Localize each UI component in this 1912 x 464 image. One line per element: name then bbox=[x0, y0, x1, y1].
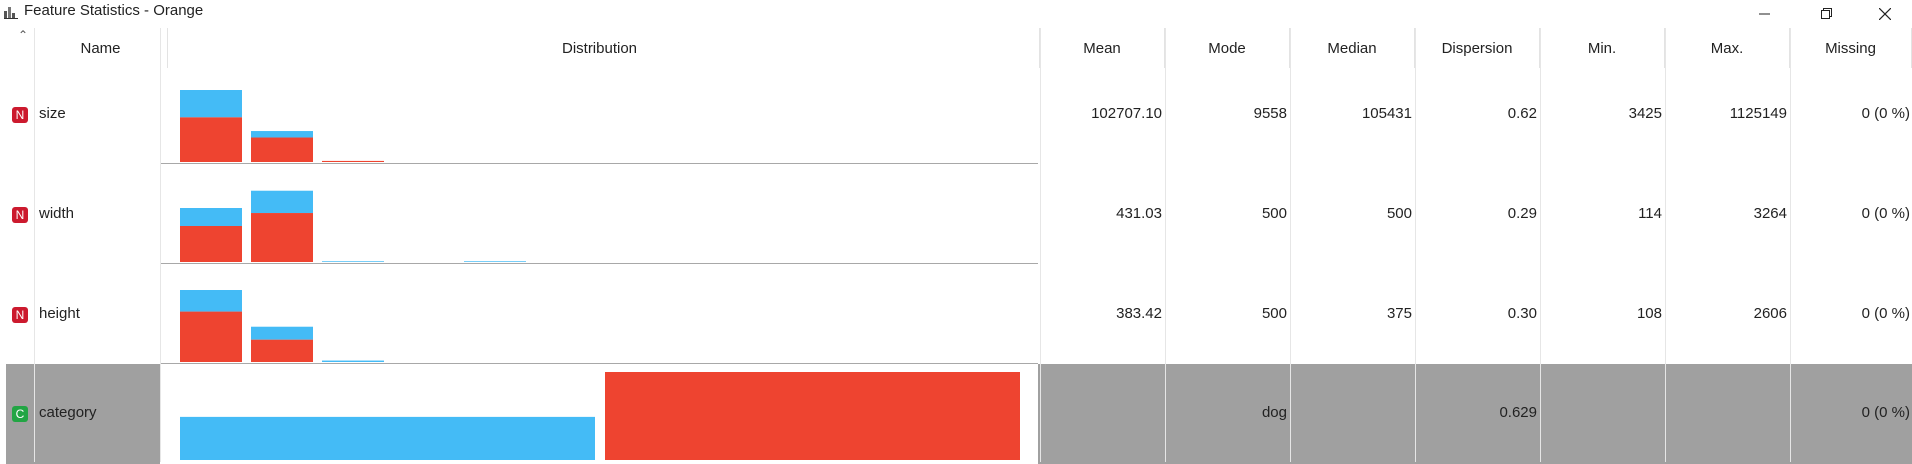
histogram-bin-red bbox=[251, 137, 313, 162]
histogram-bin-blue bbox=[251, 131, 313, 138]
window-title: Feature Statistics - Orange bbox=[24, 2, 204, 19]
mean-value: 383.42 bbox=[1116, 305, 1162, 322]
min-value: 114 bbox=[1638, 205, 1662, 222]
numeric-type-badge: N bbox=[12, 207, 28, 223]
column-header-dispersion[interactable]: Dispersion bbox=[1415, 28, 1540, 68]
histogram-bin-blue bbox=[322, 360, 384, 362]
column-header-distribution[interactable]: Distribution bbox=[160, 28, 1040, 68]
category-bar bbox=[605, 372, 1020, 460]
column-divider bbox=[1540, 28, 1541, 462]
table-row-selected[interactable]: C category dog 0.629 0 (0 %) bbox=[6, 364, 1912, 464]
close-icon bbox=[1879, 8, 1891, 20]
chart-app-icon bbox=[4, 7, 18, 19]
feature-name: size bbox=[39, 105, 66, 122]
distribution-histogram bbox=[160, 68, 1038, 168]
missing-value: 0 (0 %) bbox=[1861, 205, 1910, 222]
minimize-icon bbox=[1759, 13, 1770, 15]
column-divider bbox=[34, 28, 35, 462]
column-header-mean[interactable]: Mean bbox=[1040, 28, 1165, 68]
category-bar bbox=[180, 416, 595, 460]
max-value: 3264 bbox=[1753, 205, 1787, 222]
feature-statistics-table: ⌃ Name Distribution Mean Mode Median Dis… bbox=[6, 28, 1912, 464]
median-value: 500 bbox=[1386, 205, 1412, 222]
column-header-name[interactable]: Name bbox=[34, 28, 168, 68]
column-divider bbox=[1040, 28, 1041, 462]
categorical-type-badge: C bbox=[12, 406, 28, 422]
max-value: 1125149 bbox=[1729, 105, 1787, 122]
histogram-bin-red bbox=[322, 160, 384, 162]
dispersion-value: 0.62 bbox=[1507, 105, 1537, 122]
distribution-histogram bbox=[160, 268, 1038, 368]
table-row[interactable]: N height 383.42 500 375 0.30 108 2606 0 … bbox=[6, 268, 1912, 368]
histogram-bin-red bbox=[180, 117, 242, 162]
median-value: 375 bbox=[1386, 305, 1412, 322]
feature-name: height bbox=[39, 305, 80, 322]
mean-value: 431.03 bbox=[1116, 205, 1162, 222]
restore-icon bbox=[1821, 8, 1832, 19]
histogram-bin-blue bbox=[251, 326, 313, 340]
histogram-bin-blue bbox=[251, 190, 313, 214]
dispersion-value: 0.629 bbox=[1499, 404, 1537, 421]
title-bar: Feature Statistics - Orange bbox=[0, 0, 1912, 28]
mode-value: 500 bbox=[1261, 305, 1287, 322]
column-header-max[interactable]: Max. bbox=[1665, 28, 1790, 68]
max-value: 2606 bbox=[1753, 305, 1787, 322]
column-header-mode[interactable]: Mode bbox=[1165, 28, 1290, 68]
distribution-histogram bbox=[160, 168, 1038, 268]
column-divider bbox=[160, 28, 161, 462]
numeric-type-badge: N bbox=[12, 107, 28, 123]
feature-name: category bbox=[39, 404, 97, 421]
table-row[interactable]: N width 431.03 500 500 0.29 114 3264 0 (… bbox=[6, 168, 1912, 268]
mean-value: 102707.10 bbox=[1091, 105, 1162, 122]
minimize-button[interactable] bbox=[1742, 0, 1788, 28]
histogram-bin-blue bbox=[464, 261, 526, 262]
column-header-median[interactable]: Median bbox=[1290, 28, 1415, 68]
min-value: 108 bbox=[1636, 305, 1662, 322]
close-button[interactable] bbox=[1862, 0, 1908, 28]
missing-value: 0 (0 %) bbox=[1861, 404, 1910, 421]
histogram-bin-blue bbox=[322, 261, 384, 262]
dispersion-value: 0.29 bbox=[1507, 205, 1537, 222]
restore-button[interactable] bbox=[1804, 0, 1850, 28]
numeric-type-badge: N bbox=[12, 307, 28, 323]
dispersion-value: 0.30 bbox=[1507, 305, 1537, 322]
mode-value: 9558 bbox=[1253, 105, 1287, 122]
mode-value: 500 bbox=[1261, 205, 1287, 222]
feature-name: width bbox=[39, 205, 75, 222]
table-row[interactable]: N size 102707.10 9558 105431 0.62 3425 1… bbox=[6, 68, 1912, 168]
missing-value: 0 (0 %) bbox=[1861, 105, 1910, 122]
column-divider bbox=[1165, 28, 1166, 462]
mode-value: dog bbox=[1261, 404, 1287, 421]
min-value: 3425 bbox=[1628, 105, 1662, 122]
histogram-bin-blue bbox=[180, 290, 242, 312]
distribution-bars bbox=[160, 364, 1038, 464]
column-divider bbox=[1665, 28, 1666, 462]
histogram-bin-blue bbox=[180, 208, 242, 226]
column-divider bbox=[1290, 28, 1291, 462]
histogram-bin-red bbox=[180, 311, 242, 362]
column-header-min[interactable]: Min. bbox=[1540, 28, 1665, 68]
column-divider bbox=[1415, 28, 1416, 462]
histogram-bin-red bbox=[251, 213, 313, 262]
column-divider bbox=[1790, 28, 1791, 462]
histogram-bin-blue bbox=[180, 90, 242, 118]
sort-indicator-icon[interactable]: ⌃ bbox=[12, 28, 34, 42]
histogram-bin-red bbox=[251, 339, 313, 362]
histogram-bin-red bbox=[180, 226, 242, 262]
missing-value: 0 (0 %) bbox=[1861, 305, 1910, 322]
median-value: 105431 bbox=[1361, 105, 1412, 122]
column-header-missing[interactable]: Missing bbox=[1790, 28, 1912, 68]
